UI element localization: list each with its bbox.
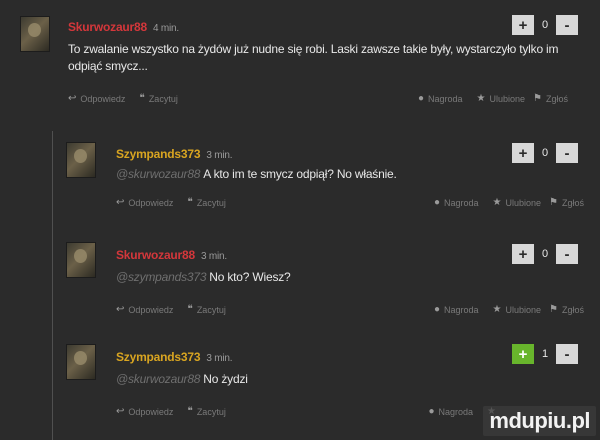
- vote-box: + 0 -: [512, 143, 578, 163]
- thread-line: [52, 131, 53, 440]
- comment-author[interactable]: Szympands373 3 min.: [116, 147, 233, 161]
- quote-icon: ❝: [187, 406, 193, 417]
- comment-time: 3 min.: [206, 150, 233, 161]
- comment-actions: ↩Odpowiedz ❝Zacytuj ●Nagroda ★: [116, 406, 496, 417]
- vote-box: + 0 -: [512, 15, 578, 35]
- quote-icon: ❝: [139, 93, 145, 104]
- downvote-button[interactable]: -: [556, 244, 578, 264]
- upvote-button[interactable]: +: [512, 344, 534, 364]
- downvote-button[interactable]: -: [556, 344, 578, 364]
- vote-box: + 0 -: [512, 244, 578, 264]
- flag-icon: ⚑: [549, 304, 558, 315]
- star-icon: ★: [492, 304, 502, 315]
- quote-action[interactable]: ❝ Zacytuj: [187, 197, 225, 208]
- flag-icon: ⚑: [533, 93, 542, 104]
- comment-author[interactable]: Skurwozaur88 3 min.: [116, 248, 227, 262]
- downvote-button[interactable]: -: [556, 143, 578, 163]
- mention-link[interactable]: @skurwozaur88: [116, 372, 200, 386]
- avatar[interactable]: [66, 344, 96, 380]
- favorite-action[interactable]: ★ Ulubione: [493, 197, 542, 208]
- comment-author[interactable]: Szympands373 3 min.: [116, 350, 233, 364]
- reward-icon: ●: [433, 304, 440, 315]
- comment-text: To zwalanie wszystko na żydów już nudne …: [68, 42, 559, 73]
- comment-text: @skurwozaur88 A kto im te smycz odpiął? N…: [116, 167, 397, 181]
- upvote-button[interactable]: +: [512, 244, 534, 264]
- vote-count: 0: [541, 147, 549, 159]
- comment-author[interactable]: Skurwozaur88 4 min.: [68, 20, 179, 34]
- comment-time: 3 min.: [206, 353, 233, 364]
- vote-count: 1: [541, 348, 549, 360]
- reply-arrow-icon: ↩: [116, 197, 125, 208]
- favorite-action[interactable]: ★ Ulubione: [477, 93, 526, 104]
- mention-link[interactable]: @skurwozaur88: [116, 167, 200, 181]
- comment-actions: ↩ Odpowiedz ❝ Zacytuj ● Nagroda ★ Ulubione ⚑…: [68, 93, 568, 104]
- reply-action[interactable]: ↩ Odpowiedz: [116, 197, 173, 208]
- quote-action[interactable]: ❝ Zacytuj: [187, 304, 225, 315]
- quote-icon: ❝: [187, 304, 193, 315]
- reply-arrow-icon: ↩: [116, 304, 125, 315]
- avatar[interactable]: [20, 16, 50, 52]
- report-action[interactable]: ⚑ Zgłoś: [549, 197, 584, 208]
- comment-text: @szympands373 No kto? Wiesz?: [116, 270, 291, 284]
- mention-link[interactable]: @szympands373: [116, 270, 206, 284]
- reward-icon: ●: [417, 93, 424, 104]
- reward-icon: ●: [428, 406, 435, 417]
- upvote-button[interactable]: +: [512, 15, 534, 35]
- avatar[interactable]: [66, 142, 96, 178]
- comment-actions: ↩ Odpowiedz ❝ Zacytuj ● Nagroda ★ Ulubione ⚑…: [116, 304, 584, 315]
- reward-icon: ●: [433, 197, 440, 208]
- reply-action[interactable]: ↩ Odpowiedz: [116, 304, 173, 315]
- reward-action[interactable]: ● Nagroda: [434, 197, 479, 208]
- reward-action[interactable]: ● Nagroda: [434, 304, 479, 315]
- reply-action[interactable]: ↩ Odpowiedz: [68, 93, 125, 104]
- report-action[interactable]: ⚑ Zgłoś: [549, 304, 584, 315]
- quote-action[interactable]: ❝ Zacytuj: [139, 93, 177, 104]
- quote-icon: ❝: [187, 197, 193, 208]
- downvote-button[interactable]: -: [556, 15, 578, 35]
- star-icon: ★: [476, 93, 486, 104]
- reward-action[interactable]: ● Nagroda: [418, 93, 463, 104]
- upvote-button[interactable]: +: [512, 143, 534, 163]
- vote-box: + 1 -: [512, 344, 578, 364]
- star-icon: ★: [492, 197, 502, 208]
- comment-text: @skurwozaur88 No żydzi: [116, 372, 248, 386]
- reward-action[interactable]: ● Nagroda: [428, 406, 473, 417]
- vote-count: 0: [541, 19, 549, 31]
- avatar[interactable]: [66, 242, 96, 278]
- comment-time: 3 min.: [200, 251, 228, 262]
- quote-action[interactable]: ❝ Zacytuj: [187, 406, 225, 417]
- watermark-logo: mdupiu.pl: [483, 406, 596, 436]
- vote-count: 0: [541, 248, 549, 260]
- flag-icon: ⚑: [549, 197, 558, 208]
- comment-actions: ↩ Odpowiedz ❝ Zacytuj ● Nagroda ★ Ulubione ⚑…: [116, 197, 584, 208]
- reply-arrow-icon: ↩: [68, 93, 77, 104]
- report-action[interactable]: ⚑ Zgłoś: [533, 93, 568, 104]
- comment-time: 4 min.: [152, 23, 180, 34]
- reply-action[interactable]: ↩ Odpowiedz: [116, 406, 173, 417]
- reply-arrow-icon: ↩: [116, 406, 125, 417]
- favorite-action[interactable]: ★ Ulubione: [493, 304, 542, 315]
